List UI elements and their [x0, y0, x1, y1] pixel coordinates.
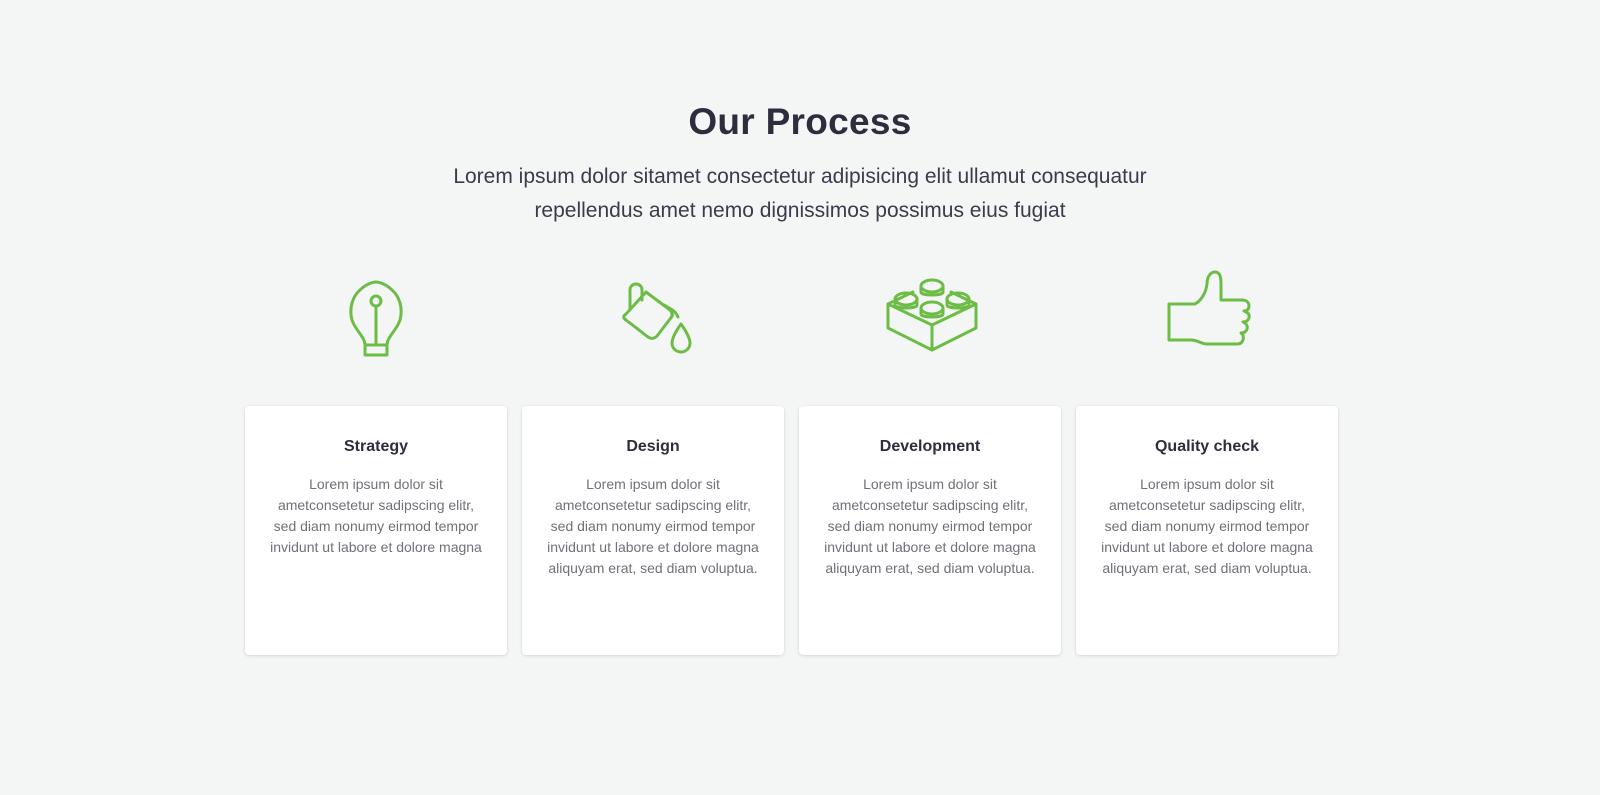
section-title: Our Process [688, 101, 912, 142]
card-design: Design Lorem ipsum dolor sit ametconsete… [522, 406, 784, 655]
lego-brick-icon [886, 278, 978, 352]
card-title: Strategy [343, 438, 409, 455]
card-title: Development [879, 438, 981, 455]
card-title: Design [626, 438, 680, 455]
card-strategy: Strategy Lorem ipsum dolor sit ametconse… [245, 406, 507, 655]
lightbulb-icon [349, 280, 403, 357]
card-quality-check: Quality check Lorem ipsum dolor sit amet… [1076, 406, 1338, 655]
step-icon-development [800, 262, 1064, 372]
card-text: Lorem ipsum dolor sit ametconsetetur sad… [824, 476, 1036, 576]
card-text: Lorem ipsum dolor sit ametconsetetur sad… [547, 476, 759, 576]
step-icon-design [522, 262, 786, 372]
thumbs-up-icon [1167, 270, 1251, 346]
card-development: Development Lorem ipsum dolor sit ametco… [799, 406, 1061, 655]
card-text: Lorem ipsum dolor sit ametconsetetur sad… [1101, 476, 1313, 576]
process-section: Our Process Lorem ipsum dolor sitamet co… [0, 0, 1600, 795]
subtitle-line-1: Lorem ipsum dolor sitamet consectetur ad… [453, 165, 1147, 188]
card-title: Quality check [1154, 438, 1260, 455]
paint-bucket-icon [622, 282, 692, 354]
step-icon-quality [1078, 262, 1342, 372]
section-subtitle: Lorem ipsum dolor sitamet consectetur ad… [400, 160, 1200, 228]
step-icon-strategy [244, 262, 508, 372]
process-icons-row [244, 262, 1356, 372]
process-cards: Strategy Lorem ipsum dolor sit ametconse… [245, 406, 1357, 656]
subtitle-line-2: repellendus amet nemo dignissimos possim… [534, 199, 1066, 222]
card-text: Lorem ipsum dolor sit ametconsetetur sad… [270, 476, 482, 555]
